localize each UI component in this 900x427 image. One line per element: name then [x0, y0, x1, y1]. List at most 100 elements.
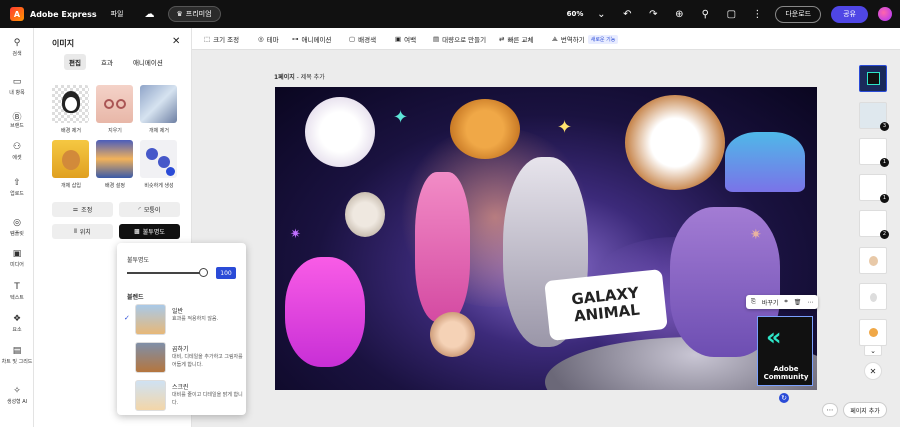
- quick-swap-button[interactable]: ⇄ 빠른 교체: [499, 34, 533, 44]
- replace-button[interactable]: 바꾸기: [762, 298, 779, 307]
- page-thumb[interactable]: [859, 65, 887, 92]
- bulk-create-button[interactable]: ▤ 대량으로 만들기: [433, 34, 486, 44]
- tab-edit[interactable]: 편집: [64, 54, 86, 70]
- animation-button[interactable]: ⊶ 애니메이션: [292, 34, 331, 44]
- avatar[interactable]: [878, 7, 892, 21]
- rail-item-assets[interactable]: ⚇ 에셋: [0, 142, 34, 161]
- opacity-label: 불투명도: [142, 229, 165, 236]
- adobe-express-logo[interactable]: A: [10, 7, 24, 21]
- page-badge: 1: [880, 194, 889, 203]
- rail-item-upload[interactable]: ⇧ 업로드: [0, 178, 34, 197]
- page-thumb[interactable]: [859, 319, 887, 346]
- background-color-button[interactable]: ▢ 배경색: [349, 34, 376, 44]
- galaxy-animal-sticker[interactable]: GALAXY ANIMAL: [544, 268, 668, 342]
- chevron-down-icon[interactable]: ⌄: [864, 345, 882, 356]
- rail-item-templates[interactable]: ◎ 템플릿: [0, 218, 34, 237]
- resize-icon: ⬚: [204, 35, 211, 43]
- blend-option-multiply[interactable]: 곱하기 대비, 디테일을 추가하고 그림자를 어둡게 합니다.: [135, 342, 245, 374]
- opacity-value-field[interactable]: 100: [216, 267, 236, 279]
- more-icon[interactable]: ⋯: [807, 299, 813, 306]
- pink-cat-sticker[interactable]: [415, 172, 470, 322]
- rail-item-media[interactable]: ▣ 미디어: [0, 249, 34, 268]
- hamster-small-sticker[interactable]: [345, 192, 385, 237]
- blend-option-normal[interactable]: 일반 효과를 적용하지 않음.: [135, 304, 245, 336]
- position-button[interactable]: ⫴ 위치: [52, 224, 113, 239]
- rail-item-search[interactable]: ⚲ 검색: [0, 38, 34, 57]
- corner-button[interactable]: ◜ 모퉁이: [119, 202, 180, 217]
- rail-item-brand[interactable]: Ⓑ 브랜드: [0, 110, 34, 129]
- rail-label: 미디어: [10, 262, 24, 268]
- generate-similar-thumb[interactable]: [140, 140, 177, 178]
- share-button[interactable]: 공유: [831, 5, 868, 23]
- page-thumb[interactable]: 1: [859, 138, 889, 167]
- rail-label: 업로드: [10, 191, 24, 197]
- rail-item-charts[interactable]: ▤ 차트 및 그리드: [0, 346, 34, 365]
- opacity-slider[interactable]: [127, 272, 203, 274]
- guinea-pig-sticker[interactable]: [625, 95, 725, 190]
- more-icon[interactable]: ⋮: [749, 9, 765, 20]
- remove-background-thumb[interactable]: [52, 85, 89, 123]
- page-thumb[interactable]: [859, 247, 887, 274]
- thumb-label: 배경 설정: [105, 183, 125, 189]
- page-thumb[interactable]: 1: [859, 174, 889, 203]
- adobe-community-tile[interactable]: « Adobe Community: [757, 316, 813, 386]
- close-icon[interactable]: ✕: [172, 36, 180, 47]
- opacity-slider-knob[interactable]: [199, 268, 208, 277]
- blend-option-screen[interactable]: 스크린 대비를 줄이고 디테일을 밝게 합니다.: [135, 380, 245, 412]
- page-badge: 2: [880, 230, 889, 239]
- set-background-thumb[interactable]: [96, 140, 133, 178]
- rotate-handle-icon[interactable]: ↻: [779, 393, 789, 403]
- chevron-down-icon[interactable]: ⌄: [593, 9, 609, 20]
- rail-item-my-items[interactable]: ▭ 내 항목: [0, 77, 34, 96]
- invite-icon[interactable]: ⊕: [671, 9, 687, 20]
- add-page-button[interactable]: 페이지 추가: [843, 402, 887, 418]
- tab-animation[interactable]: 애니메이션: [128, 54, 168, 70]
- pin-icon[interactable]: ⚲: [697, 9, 713, 20]
- rail-item-gen-ai[interactable]: ✧ 생성형 AI: [0, 386, 34, 405]
- design-canvas[interactable]: ✦ ✦ ✷ ✷ ✦ GALAXY ANIMAL « AdobeCommunity: [275, 87, 817, 390]
- trash-icon[interactable]: 🗑: [794, 299, 802, 306]
- remove-object-thumb[interactable]: [140, 85, 177, 123]
- margin-icon: ▣: [395, 35, 402, 43]
- page-thumb[interactable]: [859, 283, 887, 310]
- new-badge: 새로운 기능: [587, 34, 619, 44]
- blend-name: 일반: [172, 308, 184, 315]
- download-button[interactable]: 다운로드: [775, 5, 822, 23]
- cloud-icon[interactable]: ☁: [142, 9, 158, 20]
- page-thumb[interactable]: 3: [859, 102, 889, 131]
- rail-item-elements[interactable]: ❖ 요소: [0, 314, 34, 333]
- page-title[interactable]: 1페이지 - 제목 추가: [274, 72, 325, 81]
- rail-item-text[interactable]: T 텍스트: [0, 282, 34, 301]
- tab-effects[interactable]: 효과: [96, 54, 118, 70]
- comment-icon[interactable]: ▢: [723, 9, 739, 20]
- magenta-cat-sticker[interactable]: [285, 257, 365, 367]
- margin-button[interactable]: ▣ 여백: [395, 34, 416, 44]
- more-icon[interactable]: ⋯: [822, 403, 838, 417]
- hamster-sticker[interactable]: [450, 99, 520, 159]
- translate-button[interactable]: ⟁ 번역하기 새로운 기능: [552, 34, 619, 44]
- hamster-bottom-sticker[interactable]: [430, 312, 475, 357]
- resize-button[interactable]: ⬚ 크기 조정: [204, 34, 239, 44]
- page-thumb[interactable]: 2: [859, 210, 889, 239]
- insert-object-thumb[interactable]: [52, 140, 89, 178]
- thumb-label: 비슷하게 생성: [144, 183, 174, 189]
- crop-icon[interactable]: ⌗: [784, 298, 787, 306]
- premium-button[interactable]: ♛ 프리미엄: [167, 6, 221, 22]
- adjust-button[interactable]: ⚌ 조정: [52, 202, 113, 217]
- dog-sticker[interactable]: [305, 97, 375, 167]
- erase-thumb[interactable]: [96, 85, 133, 123]
- undo-icon[interactable]: ↶: [619, 9, 635, 20]
- animation-label: 애니메이션: [301, 36, 332, 44]
- sliders-icon: ⚌: [72, 206, 79, 213]
- theme-icon: ◎: [258, 35, 264, 43]
- zoom-level[interactable]: 60%: [567, 10, 584, 18]
- adjust-label: 조정: [81, 207, 93, 214]
- redo-icon[interactable]: ↷: [645, 9, 661, 20]
- close-icon[interactable]: ✕: [864, 362, 882, 380]
- upload-icon: ⇧: [13, 178, 21, 188]
- theme-button[interactable]: ◎ 테마: [258, 34, 279, 44]
- page-badge: 1: [880, 158, 889, 167]
- file-menu[interactable]: 파일: [111, 9, 124, 19]
- opacity-button[interactable]: ▩ 불투명도: [119, 224, 180, 239]
- cheese-sticker[interactable]: [725, 132, 805, 192]
